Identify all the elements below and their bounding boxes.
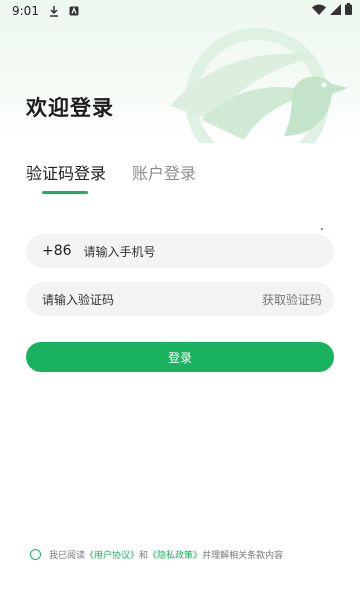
status-time: 9:01 [12,4,39,18]
tab-sms-login[interactable]: 验证码登录 [26,160,106,194]
phone-input[interactable]: 请输入手机号 [84,243,156,260]
agreement-checkbox[interactable] [30,549,41,560]
battery-icon [345,3,352,18]
phone-field[interactable]: +86 请输入手机号 [26,234,334,268]
login-tabs: 验证码登录 账户登录 [26,160,196,194]
status-icons [312,3,352,18]
stray-dot [321,228,323,230]
agreement: 我已阅读 《用户协议》 和 《隐私政策》 并理解相关条款内容 [30,548,283,561]
tab-label: 账户登录 [132,164,197,183]
wifi-icon [312,4,326,18]
tab-account-login[interactable]: 账户登录 [132,160,196,194]
privacy-policy-link[interactable]: 《隐私政策》 [148,548,202,561]
verification-code-field[interactable]: 请输入验证码 获取验证码 [26,282,334,316]
app-notification-icon [69,6,79,16]
login-button[interactable]: 登录 [26,342,334,372]
agreement-prefix: 我已阅读 [49,551,86,561]
code-input[interactable]: 请输入验证码 [42,291,114,308]
status-bar: 9:01 [0,0,360,22]
signal-icon [330,3,341,18]
tab-label: 验证码登录 [26,164,107,183]
bird-illustration [170,28,348,143]
agreement-and: 和 [139,551,149,561]
page-title: 欢迎登录 [26,96,114,120]
country-code[interactable]: +86 [42,243,72,259]
agreement-suffix: 并理解相关条款内容 [202,551,284,561]
download-icon [49,5,59,17]
get-code-button[interactable]: 获取验证码 [262,291,322,308]
active-tab-indicator [42,191,88,194]
user-agreement-link[interactable]: 《用户协议》 [85,548,139,561]
